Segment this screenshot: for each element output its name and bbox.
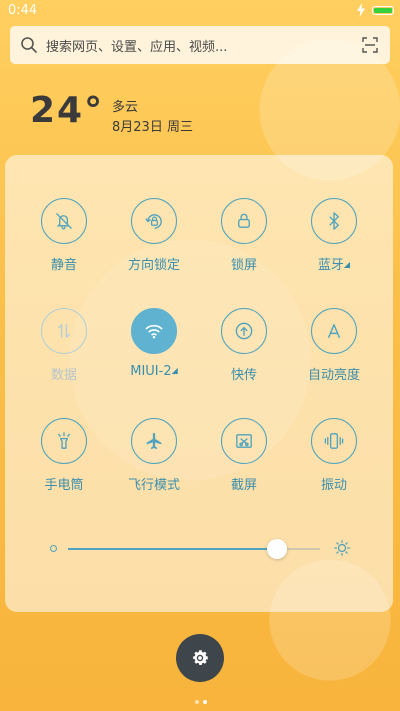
airplane-icon	[146, 432, 162, 450]
toggle-bluetooth[interactable]: 蓝牙◢	[294, 198, 374, 286]
toggle-label: 自动亮度	[294, 364, 374, 383]
toggle-circle[interactable]	[41, 308, 87, 354]
toggle-rotation-lock[interactable]: 方向锁定	[114, 198, 194, 286]
gear-icon	[193, 650, 208, 666]
toggle-vibrate[interactable]: 振动	[294, 418, 374, 506]
search-icon	[21, 37, 37, 53]
status-time: 0:44	[8, 3, 38, 18]
scan-icon[interactable]	[362, 37, 378, 53]
toggle-label: 振动	[294, 474, 374, 493]
expand-indicator-icon: ◢	[343, 260, 351, 269]
toggle-circle[interactable]	[311, 418, 357, 464]
weather-condition: 多云	[112, 100, 139, 115]
toggle-label-text: 截屏	[230, 478, 257, 493]
toggle-label: 数据	[24, 364, 104, 383]
flashlight-icon	[58, 432, 70, 449]
weather-date: 8月23日 周三	[112, 120, 193, 135]
toggle-label: 截屏	[204, 474, 284, 493]
settings-button[interactable]	[176, 634, 224, 682]
vibrate-icon	[324, 433, 344, 449]
mobile-data-icon	[58, 324, 70, 338]
search-bar[interactable]: 搜索网页、设置、应用、视频...	[10, 26, 390, 64]
toggle-label-text: 数据	[50, 368, 77, 383]
toggle-circle[interactable]	[41, 418, 87, 464]
toggle-label-text: 方向锁定	[127, 258, 180, 273]
toggle-circle[interactable]	[221, 308, 267, 354]
toggle-label-text: 自动亮度	[307, 368, 360, 383]
toggle-circle[interactable]	[311, 198, 357, 244]
toggle-label: 手电筒	[24, 474, 104, 493]
toggle-label: 飞行模式	[114, 474, 194, 493]
toggle-circle[interactable]	[41, 198, 87, 244]
toggle-label-text: MIUI-2	[130, 364, 172, 379]
status-bar: 0:44	[0, 0, 400, 22]
rotation-lock-icon	[145, 214, 162, 229]
brightness-low-icon	[50, 545, 57, 552]
toggle-circle[interactable]	[311, 308, 357, 354]
toggle-label-text: 锁屏	[230, 258, 257, 273]
toggle-mobile-data[interactable]: 数据	[24, 308, 104, 396]
toggle-label-text: 飞行模式	[127, 478, 180, 493]
quick-transfer-icon	[235, 322, 253, 340]
toggle-quick-transfer[interactable]: 快传	[204, 308, 284, 396]
page-dot	[203, 700, 207, 704]
toggle-label-text: 蓝牙	[317, 258, 344, 273]
auto-brightness-icon	[328, 324, 340, 338]
toggle-circle[interactable]	[221, 198, 267, 244]
brightness-high-icon	[334, 540, 350, 556]
bluetooth-icon	[329, 212, 339, 230]
toggle-label-text: 快传	[230, 368, 257, 383]
expand-indicator-icon: ◢	[171, 366, 178, 375]
toggle-auto-brightness[interactable]: 自动亮度	[294, 308, 374, 396]
toggle-label-text: 振动	[320, 478, 347, 493]
toggle-circle[interactable]	[131, 418, 177, 464]
brightness-thumb[interactable]	[267, 539, 288, 559]
toggle-label: MIUI-2◢	[114, 364, 194, 379]
brightness-fill	[68, 548, 278, 550]
toggle-label-text: 手电筒	[44, 478, 84, 493]
toggle-label: 静音	[24, 254, 104, 273]
toggle-wifi[interactable]: MIUI-2◢	[114, 308, 194, 396]
battery-icon	[372, 6, 394, 15]
toggle-circle[interactable]	[131, 308, 177, 354]
toggle-label-text: 静音	[50, 258, 77, 273]
toggle-circle[interactable]	[131, 198, 177, 244]
wifi-icon	[145, 324, 163, 339]
bell-off-icon	[56, 213, 72, 230]
brightness-track[interactable]	[68, 539, 320, 559]
lock-icon	[238, 213, 250, 228]
search-placeholder: 搜索网页、设置、应用、视频...	[46, 40, 228, 55]
page-indicator	[193, 689, 209, 708]
weather-temperature[interactable]: 24°	[30, 90, 104, 131]
toggle-airplane[interactable]: 飞行模式	[114, 418, 194, 506]
charging-icon	[357, 3, 365, 17]
toggle-label: 蓝牙◢	[294, 254, 374, 273]
toggle-bell-off[interactable]: 静音	[24, 198, 104, 286]
toggle-flashlight[interactable]: 手电筒	[24, 418, 104, 506]
toggle-screenshot[interactable]: 截屏	[204, 418, 284, 506]
toggle-label: 锁屏	[204, 254, 284, 273]
page-dot	[195, 700, 199, 704]
toggle-label: 快传	[204, 364, 284, 383]
toggle-lock[interactable]: 锁屏	[204, 198, 284, 286]
brightness-slider[interactable]	[50, 538, 350, 560]
screenshot-icon	[236, 434, 252, 448]
toggle-label: 方向锁定	[114, 254, 194, 273]
toggle-circle[interactable]	[221, 418, 267, 464]
